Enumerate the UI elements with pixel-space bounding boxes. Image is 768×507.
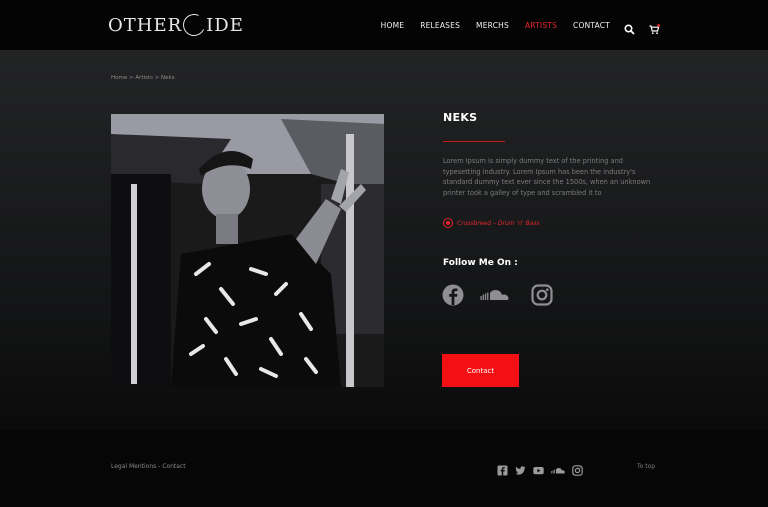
facebook-icon[interactable] — [497, 461, 508, 476]
instagram-icon[interactable] — [531, 284, 553, 310]
nav-contact[interactable]: CONTACT — [573, 21, 610, 30]
site-logo[interactable]: OTHER IDE — [108, 10, 244, 40]
soundcloud-icon[interactable] — [480, 284, 510, 310]
site-header: OTHER IDE HOME RELEASES MERCHS ARTISTS C… — [0, 0, 768, 50]
logo-text-left: OTHER — [108, 14, 183, 36]
nav-home[interactable]: HOME — [381, 21, 405, 30]
follow-title: Follow Me On : — [443, 258, 518, 268]
instagram-icon[interactable] — [572, 461, 583, 476]
title-divider — [443, 141, 505, 142]
search-icon[interactable] — [624, 20, 635, 35]
artist-bio: Lorem Ipsum is simply dummy text of the … — [443, 157, 651, 197]
nav-artists[interactable]: ARTISTS — [525, 21, 557, 30]
record-icon — [443, 218, 453, 228]
cart-icon[interactable] — [649, 20, 660, 34]
soundcloud-icon[interactable] — [551, 461, 565, 474]
artist-photo — [111, 114, 384, 387]
twitter-icon[interactable] — [515, 461, 526, 475]
footer-links[interactable]: Legal Mentions - Contact — [111, 463, 186, 470]
youtube-icon[interactable] — [533, 461, 544, 475]
main-nav: HOME RELEASES MERCHS ARTISTS CONTACT — [365, 0, 660, 50]
nav-releases[interactable]: RELEASES — [420, 21, 460, 30]
genre-tag: Crossbreed – Drum 'n' Bass — [443, 218, 540, 228]
artist-name: NEKS — [443, 111, 478, 124]
logo-moon-icon — [180, 10, 209, 40]
artist-section: Home > Artists > Neks NEKS Lorem Ipsum i… — [0, 50, 768, 430]
nav-merchs[interactable]: MERCHS — [476, 21, 509, 30]
genre-label: Crossbreed – Drum 'n' Bass — [457, 219, 540, 227]
to-top-link[interactable]: To top — [637, 463, 655, 470]
contact-button[interactable]: Contact — [442, 354, 519, 387]
breadcrumb: Home > Artists > Neks — [111, 75, 175, 81]
footer-social — [497, 461, 590, 476]
logo-text-right: IDE — [206, 14, 244, 36]
facebook-icon[interactable] — [442, 284, 464, 310]
